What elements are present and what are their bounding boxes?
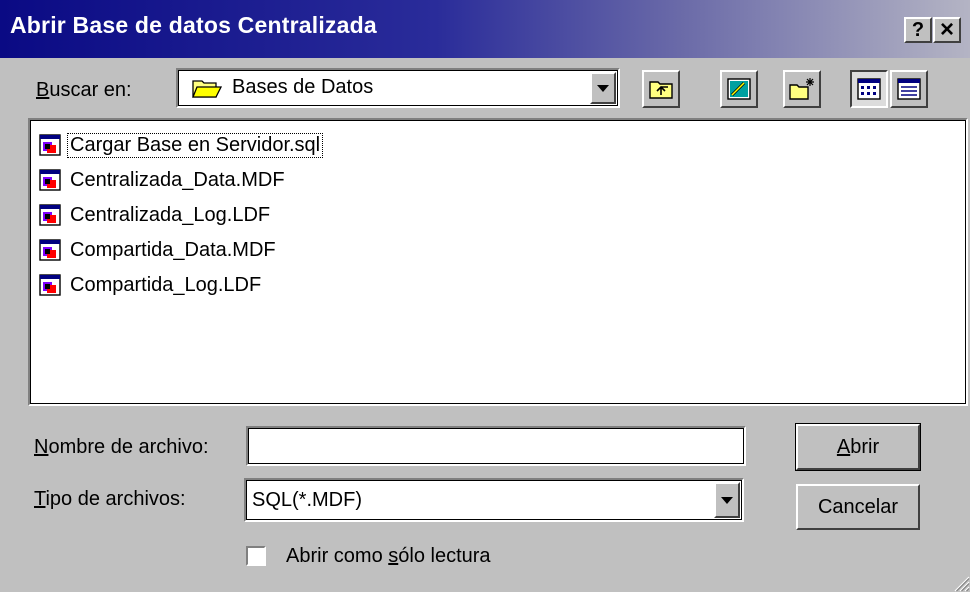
lookin-value: Bases de Datos xyxy=(232,76,374,98)
filetype-dropdown-button[interactable] xyxy=(714,482,740,518)
open-button[interactable]: Abrir xyxy=(795,423,921,471)
file-list-item[interactable]: Cargar Base en Servidor.sql xyxy=(38,130,324,160)
chevron-down-icon xyxy=(721,496,733,504)
filetype-label: Tipo de archivos: xyxy=(34,488,186,510)
close-icon: × xyxy=(939,16,954,43)
file-name: Compartida_Data.MDF xyxy=(70,238,276,261)
filetype-combo[interactable]: SQL(*.MDF) xyxy=(244,478,744,522)
close-button[interactable]: × xyxy=(933,17,961,43)
list-view-button[interactable] xyxy=(850,70,888,108)
help-icon: ? xyxy=(911,19,925,41)
filetype-value: SQL(*.MDF) xyxy=(252,489,362,511)
file-list-item[interactable]: Compartida_Data.MDF xyxy=(38,235,278,265)
new-folder-icon xyxy=(789,78,814,100)
sql-file-icon xyxy=(39,134,61,156)
folder-open-icon xyxy=(192,80,222,98)
desktop-icon xyxy=(727,78,751,100)
details-view-button[interactable] xyxy=(890,70,928,108)
sql-file-icon xyxy=(39,239,61,261)
help-button[interactable]: ? xyxy=(904,17,932,43)
window-title: Abrir Base de datos Centralizada xyxy=(10,12,377,38)
sql-file-icon xyxy=(39,169,61,191)
folder-up-icon xyxy=(649,81,673,99)
details-view-icon xyxy=(897,78,921,100)
file-name: Compartida_Log.LDF xyxy=(70,273,262,296)
cancel-button[interactable]: Cancelar xyxy=(796,484,920,530)
up-one-level-button[interactable] xyxy=(642,70,680,108)
readonly-label[interactable]: Abrir como sólo lectura xyxy=(286,545,491,568)
file-name: Cargar Base en Servidor.sql xyxy=(66,132,324,158)
file-list[interactable]: Cargar Base en Servidor.sql Centralizada_… xyxy=(28,118,968,406)
resize-grip-icon[interactable] xyxy=(952,574,970,592)
list-view-icon xyxy=(857,78,881,100)
file-name: Centralizada_Data.MDF xyxy=(70,168,285,191)
file-list-item[interactable]: Centralizada_Data.MDF xyxy=(38,165,287,195)
readonly-checkbox[interactable] xyxy=(246,546,266,566)
title-bar[interactable]: Abrir Base de datos Centralizada ? × xyxy=(0,0,970,58)
lookin-combo[interactable]: Bases de Datos xyxy=(176,68,620,108)
lookin-dropdown-button[interactable] xyxy=(590,72,616,104)
file-list-item[interactable]: Compartida_Log.LDF xyxy=(38,270,263,300)
filename-label: Nombre de archivo: xyxy=(34,436,209,458)
file-name: Centralizada_Log.LDF xyxy=(70,203,271,226)
filename-input[interactable] xyxy=(246,426,746,466)
desktop-button[interactable] xyxy=(720,70,758,108)
lookin-label: Buscar en: xyxy=(36,79,132,101)
chevron-down-icon xyxy=(597,84,609,92)
file-list-item[interactable]: Centralizada_Log.LDF xyxy=(38,200,272,230)
new-folder-button[interactable] xyxy=(783,70,821,108)
open-dialog: Abrir Base de datos Centralizada ? × Bus… xyxy=(0,0,970,592)
sql-file-icon xyxy=(39,204,61,226)
sql-file-icon xyxy=(39,274,61,296)
